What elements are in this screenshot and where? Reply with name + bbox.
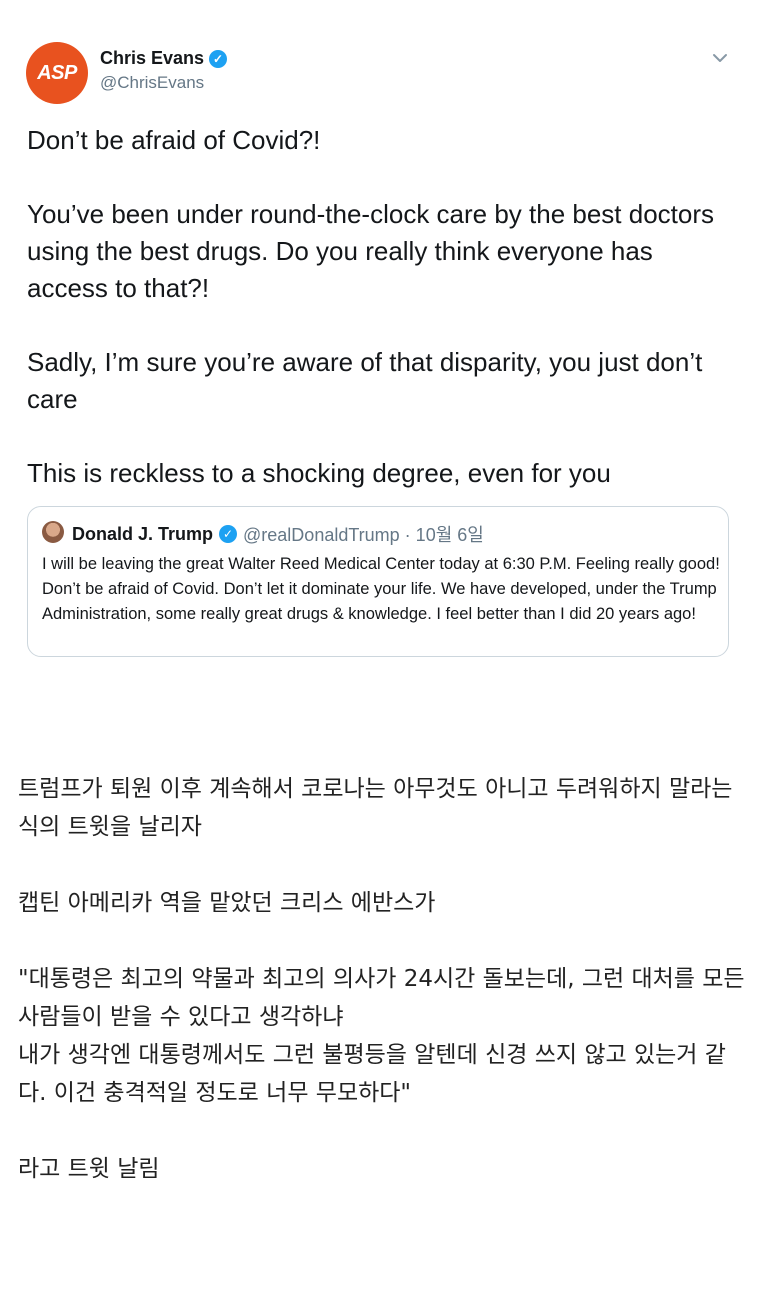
author-name-row[interactable]: Chris Evans ✓ [100, 48, 228, 69]
quoted-tweet-text: I will be leaving the great Walter Reed … [42, 555, 720, 623]
tweet-text: Don’t be afraid of Covid?! You’ve been u… [27, 122, 739, 492]
quoted-author-meta: @realDonaldTrump · 10월 6일 [243, 525, 484, 545]
author-name[interactable]: Chris Evans [100, 48, 204, 69]
tweet-paragraph: Don’t be afraid of Covid?! [27, 125, 321, 155]
quoted-tweet-header: Donald J. Trump ✓ @realDonaldTrump · 10월… [72, 521, 484, 547]
quoted-author-avatar [42, 521, 64, 543]
author-handle[interactable]: @ChrisEvans [100, 73, 204, 93]
tweet-paragraph: Sadly, I’m sure you’re aware of that dis… [27, 347, 703, 414]
caption-paragraph: 트럼프가 퇴원 이후 계속해서 코로나는 아무것도 아니고 두려워하지 말라는 … [18, 776, 733, 840]
caption-paragraph: 캡틴 아메리카 역을 맡았던 크리스 에반스가 [18, 890, 436, 916]
caption-quote-line: "대통령은 최고의 약물과 최고의 의사가 24시간 돌보는데, 그런 대처를 … [18, 966, 745, 1030]
verified-badge-icon: ✓ [219, 525, 238, 543]
tweet-paragraph: You’ve been under round-the-clock care b… [27, 199, 715, 303]
caption-quote-line: 내가 생각엔 대통령께서도 그런 불평등을 알텐데 신경 쓰지 않고 있는거 같… [18, 1042, 726, 1106]
tweet-paragraph: This is reckless to a shocking degree, e… [27, 458, 611, 488]
caption-paragraph: 라고 트윗 날림 [18, 1156, 160, 1182]
quoted-author-name: Donald J. Trump [72, 523, 214, 544]
avatar-logo-text: ASP [37, 61, 77, 84]
article-caption: 트럼프가 퇴원 이후 계속해서 코로나는 아무것도 아니고 두려워하지 말라는 … [18, 770, 748, 1226]
quoted-tweet[interactable]: Donald J. Trump ✓ @realDonaldTrump · 10월… [27, 506, 729, 657]
verified-badge-icon: ✓ [209, 49, 228, 68]
author-avatar[interactable]: ASP [26, 42, 88, 104]
chevron-down-icon[interactable] [710, 50, 730, 66]
